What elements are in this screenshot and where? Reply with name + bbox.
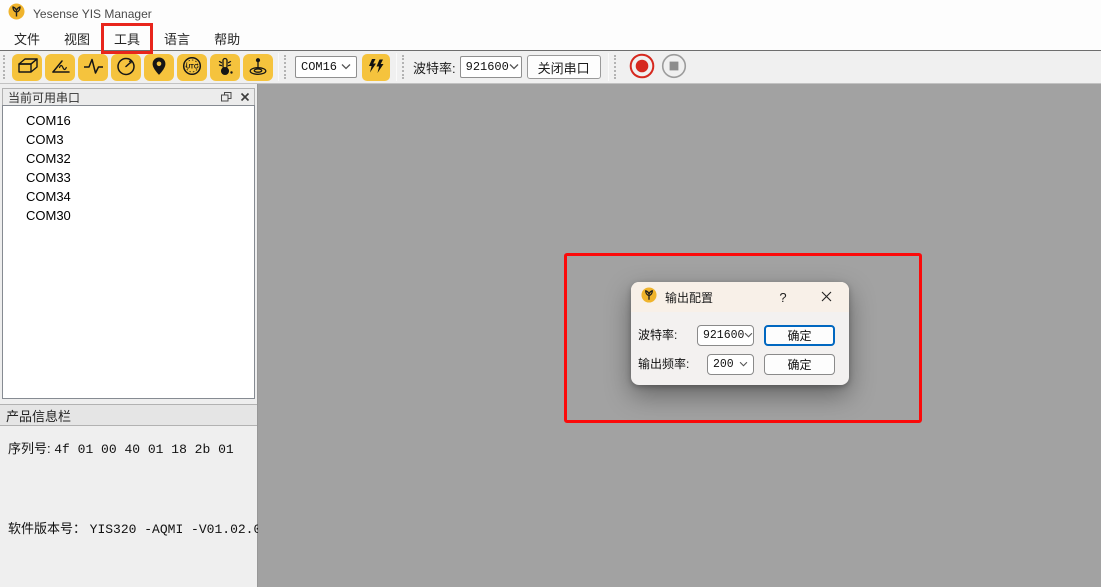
- ports-panel-header: 当前可用串口: [2, 88, 255, 106]
- utc-time-button[interactable]: UTC: [177, 54, 207, 81]
- chevron-down-icon: [341, 60, 351, 74]
- dialog-freq-select[interactable]: 200: [707, 354, 754, 375]
- serial-number-value: 4f 01 00 40 01 18 2b 01: [54, 442, 233, 457]
- location-pin-icon: [148, 56, 170, 79]
- app-logo-icon: [8, 3, 25, 25]
- window-title: Yesense YIS Manager: [33, 7, 152, 21]
- toolbar-drag-handle[interactable]: [614, 55, 619, 79]
- menu-view[interactable]: 视图: [54, 26, 100, 51]
- close-serial-port-button[interactable]: 关闭串口: [527, 55, 601, 79]
- info-panel-title: 产品信息栏: [6, 406, 71, 425]
- dialog-freq-label: 输出频率:: [638, 354, 689, 374]
- dialog-close-button[interactable]: [814, 282, 838, 312]
- float-icon: [221, 90, 232, 105]
- app-body: 当前可用串口 COM16 COM3 COM32 COM33 COM34 COM3…: [0, 84, 1101, 587]
- software-version-label: 软件版本号：: [8, 521, 86, 536]
- toolbar-drag-handle[interactable]: [284, 55, 289, 79]
- record-icon: [629, 53, 655, 82]
- app-window: Yesense YIS Manager 文件 视图 工具 语言 帮助 UTC: [0, 0, 1101, 587]
- level-joystick-icon: [247, 56, 269, 79]
- menu-bar: 文件 视图 工具 语言 帮助: [0, 27, 1101, 51]
- software-version-line: 软件版本号： YIS320 -AQMI -V01.02.03;: [8, 518, 277, 537]
- 3d-view-button[interactable]: [12, 54, 42, 81]
- gauge-view-button[interactable]: [111, 54, 141, 81]
- port-list-item[interactable]: COM33: [3, 168, 254, 187]
- left-dock: 当前可用串口 COM16 COM3 COM32 COM33 COM34 COM3…: [0, 84, 258, 587]
- menu-language[interactable]: 语言: [154, 26, 200, 51]
- waveform-icon: [82, 56, 104, 79]
- gauge-icon: [115, 56, 137, 79]
- serial-number-label: 序列号:: [8, 441, 51, 456]
- toolbar-drag-handle[interactable]: [402, 55, 407, 79]
- svg-text:UTC: UTC: [186, 64, 199, 70]
- dialog-help-button[interactable]: ?: [773, 282, 793, 312]
- cube-3d-icon: [16, 56, 38, 79]
- dialog-title-bar: 输出配置 ?: [631, 282, 849, 312]
- close-icon: [821, 290, 832, 305]
- waveform-plot-button[interactable]: [78, 54, 108, 81]
- port-list-item[interactable]: COM16: [3, 111, 254, 130]
- port-list-item[interactable]: COM34: [3, 187, 254, 206]
- menu-help[interactable]: 帮助: [204, 26, 250, 51]
- port-select[interactable]: COM16: [295, 56, 357, 78]
- toolbar: UTC COM16 波特率: 921600 关闭串口: [0, 51, 1101, 84]
- close-icon: [240, 90, 250, 105]
- port-select-value: COM16: [301, 60, 337, 74]
- toolbar-separator: [608, 53, 609, 81]
- port-list: COM16 COM3 COM32 COM33 COM34 COM30: [2, 105, 255, 399]
- workspace-area: 输出配置 ? 波特率: 921600 确定 输出频率: 200 确定: [258, 84, 1101, 587]
- lightning-refresh-icon: [367, 57, 385, 78]
- dialog-baud-select[interactable]: 921600: [697, 325, 754, 346]
- ports-panel-title: 当前可用串口: [8, 89, 213, 106]
- chevron-down-icon: [509, 60, 519, 74]
- angle-waveform-icon: [49, 56, 71, 79]
- dialog-baud-label: 波特率:: [638, 325, 677, 345]
- float-panel-button[interactable]: [221, 90, 232, 105]
- menu-file[interactable]: 文件: [4, 26, 50, 51]
- stop-button[interactable]: [661, 53, 687, 82]
- info-panel-body: 序列号: 4f 01 00 40 01 18 2b 01 软件版本号： YIS3…: [0, 426, 257, 587]
- close-panel-button[interactable]: [240, 90, 250, 105]
- software-version-value: YIS320 -AQMI -V01.02.03;: [90, 522, 277, 537]
- dialog-title: 输出配置: [665, 289, 713, 306]
- dialog-baud-ok-button[interactable]: 确定: [764, 325, 835, 346]
- utc-clock-icon: UTC: [181, 56, 203, 79]
- title-bar: Yesense YIS Manager: [0, 0, 1101, 27]
- port-list-item[interactable]: COM32: [3, 149, 254, 168]
- info-panel-header: 产品信息栏: [0, 404, 257, 426]
- chevron-down-icon: [739, 358, 748, 371]
- level-view-button[interactable]: [243, 54, 273, 81]
- serial-number-line: 序列号: 4f 01 00 40 01 18 2b 01: [8, 438, 234, 457]
- stop-icon: [661, 53, 687, 82]
- refresh-ports-button[interactable]: [362, 54, 390, 81]
- vibration-thermometer-icon: [214, 56, 236, 79]
- baud-rate-select[interactable]: 921600: [460, 56, 522, 78]
- dialog-baud-value: 921600: [703, 329, 744, 342]
- attitude-plot-button[interactable]: [45, 54, 75, 81]
- dialog-freq-value: 200: [713, 358, 734, 371]
- vibration-temp-button[interactable]: [210, 54, 240, 81]
- toolbar-separator: [278, 53, 279, 81]
- baud-rate-value: 921600: [466, 60, 509, 74]
- menu-tools[interactable]: 工具: [104, 26, 150, 51]
- port-list-item[interactable]: COM3: [3, 130, 254, 149]
- output-config-dialog: 输出配置 ? 波特率: 921600 确定 输出频率: 200 确定: [631, 282, 849, 385]
- toolbar-drag-handle[interactable]: [3, 55, 8, 79]
- chevron-down-icon: [744, 329, 753, 342]
- toolbar-separator: [396, 53, 397, 81]
- record-button[interactable]: [629, 53, 655, 82]
- baud-rate-label: 波特率:: [413, 58, 456, 77]
- dialog-freq-ok-button[interactable]: 确定: [764, 354, 835, 375]
- port-list-item[interactable]: COM30: [3, 206, 254, 225]
- dialog-logo-icon: [641, 287, 657, 308]
- location-view-button[interactable]: [144, 54, 174, 81]
